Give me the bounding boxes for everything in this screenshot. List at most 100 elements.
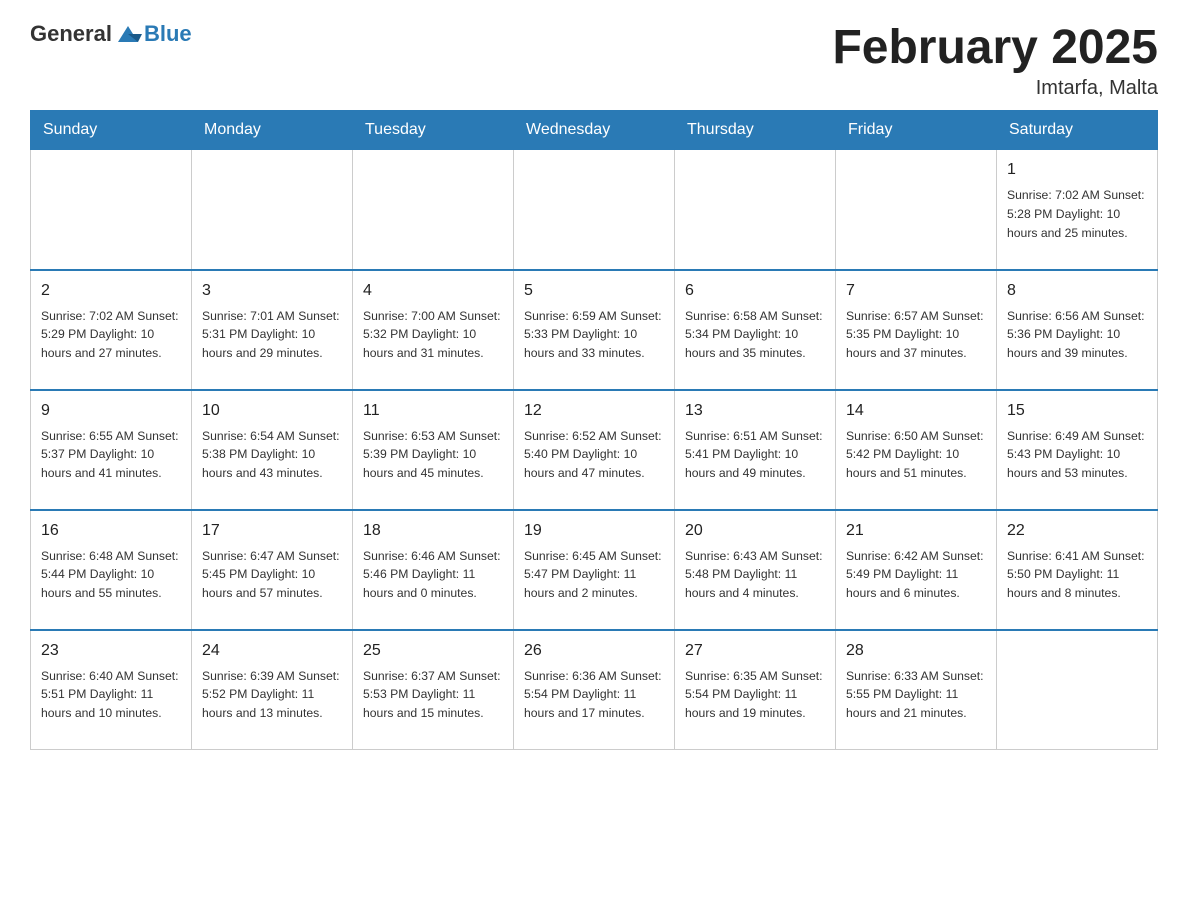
day-info: Sunrise: 7:02 AM Sunset: 5:28 PM Dayligh… xyxy=(1007,186,1147,243)
day-number: 13 xyxy=(685,399,825,423)
day-number: 7 xyxy=(846,279,986,303)
calendar-cell: 22 Sunrise: 6:41 AM Sunset: 5:50 PM Dayli… xyxy=(997,510,1158,630)
calendar-week-row: 2 Sunrise: 7:02 AM Sunset: 5:29 PM Daylig… xyxy=(31,270,1158,390)
calendar-cell: 23 Sunrise: 6:40 AM Sunset: 5:51 PM Dayli… xyxy=(31,630,192,750)
day-info: Sunrise: 6:41 AM Sunset: 5:50 PM Dayligh… xyxy=(1007,547,1147,604)
day-info: Sunrise: 7:00 AM Sunset: 5:32 PM Dayligh… xyxy=(363,307,503,364)
day-info: Sunrise: 6:36 AM Sunset: 5:54 PM Dayligh… xyxy=(524,667,664,724)
calendar-cell: 16 Sunrise: 6:48 AM Sunset: 5:44 PM Dayli… xyxy=(31,510,192,630)
calendar-week-row: 1 Sunrise: 7:02 AM Sunset: 5:28 PM Daylig… xyxy=(31,150,1158,270)
logo-icon xyxy=(114,20,142,48)
calendar-week-row: 23 Sunrise: 6:40 AM Sunset: 5:51 PM Dayli… xyxy=(31,630,1158,750)
day-number: 16 xyxy=(41,519,181,543)
day-number: 26 xyxy=(524,639,664,663)
calendar-header-row: SundayMondayTuesdayWednesdayThursdayFrid… xyxy=(31,111,1158,150)
calendar-cell: 15 Sunrise: 6:49 AM Sunset: 5:43 PM Dayli… xyxy=(997,390,1158,510)
day-number: 24 xyxy=(202,639,342,663)
day-number: 8 xyxy=(1007,279,1147,303)
day-number: 9 xyxy=(41,399,181,423)
calendar-cell: 27 Sunrise: 6:35 AM Sunset: 5:54 PM Dayli… xyxy=(675,630,836,750)
calendar-cell: 26 Sunrise: 6:36 AM Sunset: 5:54 PM Dayli… xyxy=(514,630,675,750)
calendar-cell: 10 Sunrise: 6:54 AM Sunset: 5:38 PM Dayli… xyxy=(192,390,353,510)
day-of-week-header: Wednesday xyxy=(514,111,675,150)
day-of-week-header: Tuesday xyxy=(353,111,514,150)
day-number: 1 xyxy=(1007,158,1147,182)
day-info: Sunrise: 6:35 AM Sunset: 5:54 PM Dayligh… xyxy=(685,667,825,724)
calendar-cell: 2 Sunrise: 7:02 AM Sunset: 5:29 PM Daylig… xyxy=(31,270,192,390)
calendar-cell xyxy=(192,150,353,270)
day-number: 27 xyxy=(685,639,825,663)
day-of-week-header: Sunday xyxy=(31,111,192,150)
calendar-subtitle: Imtarfa, Malta xyxy=(832,77,1158,100)
calendar-cell: 13 Sunrise: 6:51 AM Sunset: 5:41 PM Dayli… xyxy=(675,390,836,510)
logo: General Blue xyxy=(30,20,192,48)
day-info: Sunrise: 6:56 AM Sunset: 5:36 PM Dayligh… xyxy=(1007,307,1147,364)
day-info: Sunrise: 6:57 AM Sunset: 5:35 PM Dayligh… xyxy=(846,307,986,364)
day-number: 5 xyxy=(524,279,664,303)
calendar-cell: 17 Sunrise: 6:47 AM Sunset: 5:45 PM Dayli… xyxy=(192,510,353,630)
day-info: Sunrise: 7:01 AM Sunset: 5:31 PM Dayligh… xyxy=(202,307,342,364)
day-number: 4 xyxy=(363,279,503,303)
day-of-week-header: Friday xyxy=(836,111,997,150)
day-number: 3 xyxy=(202,279,342,303)
calendar-title: February 2025 xyxy=(832,20,1158,75)
day-number: 22 xyxy=(1007,519,1147,543)
day-number: 12 xyxy=(524,399,664,423)
day-number: 23 xyxy=(41,639,181,663)
day-info: Sunrise: 6:53 AM Sunset: 5:39 PM Dayligh… xyxy=(363,427,503,484)
day-info: Sunrise: 6:59 AM Sunset: 5:33 PM Dayligh… xyxy=(524,307,664,364)
day-info: Sunrise: 6:40 AM Sunset: 5:51 PM Dayligh… xyxy=(41,667,181,724)
day-info: Sunrise: 6:51 AM Sunset: 5:41 PM Dayligh… xyxy=(685,427,825,484)
calendar-cell: 18Sunrise: 6:46 AM Sunset: 5:46 PM Dayli… xyxy=(353,510,514,630)
calendar-cell xyxy=(836,150,997,270)
calendar-cell: 24Sunrise: 6:39 AM Sunset: 5:52 PM Dayli… xyxy=(192,630,353,750)
day-number: 11 xyxy=(363,399,503,423)
day-info: Sunrise: 6:58 AM Sunset: 5:34 PM Dayligh… xyxy=(685,307,825,364)
calendar-cell: 3 Sunrise: 7:01 AM Sunset: 5:31 PM Daylig… xyxy=(192,270,353,390)
calendar-cell xyxy=(353,150,514,270)
day-number: 2 xyxy=(41,279,181,303)
day-number: 28 xyxy=(846,639,986,663)
day-info: Sunrise: 6:48 AM Sunset: 5:44 PM Dayligh… xyxy=(41,547,181,604)
day-number: 15 xyxy=(1007,399,1147,423)
day-info: Sunrise: 7:02 AM Sunset: 5:29 PM Dayligh… xyxy=(41,307,181,364)
calendar-week-row: 16 Sunrise: 6:48 AM Sunset: 5:44 PM Dayli… xyxy=(31,510,1158,630)
calendar-cell: 11 Sunrise: 6:53 AM Sunset: 5:39 PM Dayli… xyxy=(353,390,514,510)
day-number: 21 xyxy=(846,519,986,543)
page-header: General Blue February 2025 Imtarfa, Malt… xyxy=(30,20,1158,100)
calendar-cell: 14 Sunrise: 6:50 AM Sunset: 5:42 PM Dayli… xyxy=(836,390,997,510)
calendar-cell: 4 Sunrise: 7:00 AM Sunset: 5:32 PM Daylig… xyxy=(353,270,514,390)
logo-general: General xyxy=(30,21,112,47)
day-number: 20 xyxy=(685,519,825,543)
day-number: 14 xyxy=(846,399,986,423)
calendar-cell: 6 Sunrise: 6:58 AM Sunset: 5:34 PM Daylig… xyxy=(675,270,836,390)
day-number: 25 xyxy=(363,639,503,663)
calendar-cell: 21 Sunrise: 6:42 AM Sunset: 5:49 PM Dayli… xyxy=(836,510,997,630)
day-info: Sunrise: 6:50 AM Sunset: 5:42 PM Dayligh… xyxy=(846,427,986,484)
day-number: 17 xyxy=(202,519,342,543)
calendar-cell xyxy=(997,630,1158,750)
calendar-cell: 7 Sunrise: 6:57 AM Sunset: 5:35 PM Daylig… xyxy=(836,270,997,390)
day-info: Sunrise: 6:54 AM Sunset: 5:38 PM Dayligh… xyxy=(202,427,342,484)
calendar-cell: 8 Sunrise: 6:56 AM Sunset: 5:36 PM Daylig… xyxy=(997,270,1158,390)
day-info: Sunrise: 6:42 AM Sunset: 5:49 PM Dayligh… xyxy=(846,547,986,604)
calendar-cell xyxy=(675,150,836,270)
day-info: Sunrise: 6:52 AM Sunset: 5:40 PM Dayligh… xyxy=(524,427,664,484)
calendar-week-row: 9Sunrise: 6:55 AM Sunset: 5:37 PM Daylig… xyxy=(31,390,1158,510)
title-block: February 2025 Imtarfa, Malta xyxy=(832,20,1158,100)
calendar-cell: 19Sunrise: 6:45 AM Sunset: 5:47 PM Dayli… xyxy=(514,510,675,630)
calendar-cell: 20 Sunrise: 6:43 AM Sunset: 5:48 PM Dayli… xyxy=(675,510,836,630)
calendar-cell: 1 Sunrise: 7:02 AM Sunset: 5:28 PM Daylig… xyxy=(997,150,1158,270)
day-info: Sunrise: 6:45 AM Sunset: 5:47 PM Dayligh… xyxy=(524,547,664,604)
day-info: Sunrise: 6:47 AM Sunset: 5:45 PM Dayligh… xyxy=(202,547,342,604)
calendar-cell xyxy=(31,150,192,270)
day-info: Sunrise: 6:43 AM Sunset: 5:48 PM Dayligh… xyxy=(685,547,825,604)
calendar-table: SundayMondayTuesdayWednesdayThursdayFrid… xyxy=(30,110,1158,750)
calendar-cell: 5 Sunrise: 6:59 AM Sunset: 5:33 PM Daylig… xyxy=(514,270,675,390)
logo-blue: Blue xyxy=(144,21,192,47)
day-number: 10 xyxy=(202,399,342,423)
day-info: Sunrise: 6:49 AM Sunset: 5:43 PM Dayligh… xyxy=(1007,427,1147,484)
day-number: 6 xyxy=(685,279,825,303)
calendar-cell: 25 Sunrise: 6:37 AM Sunset: 5:53 PM Dayli… xyxy=(353,630,514,750)
day-info: Sunrise: 6:37 AM Sunset: 5:53 PM Dayligh… xyxy=(363,667,503,724)
